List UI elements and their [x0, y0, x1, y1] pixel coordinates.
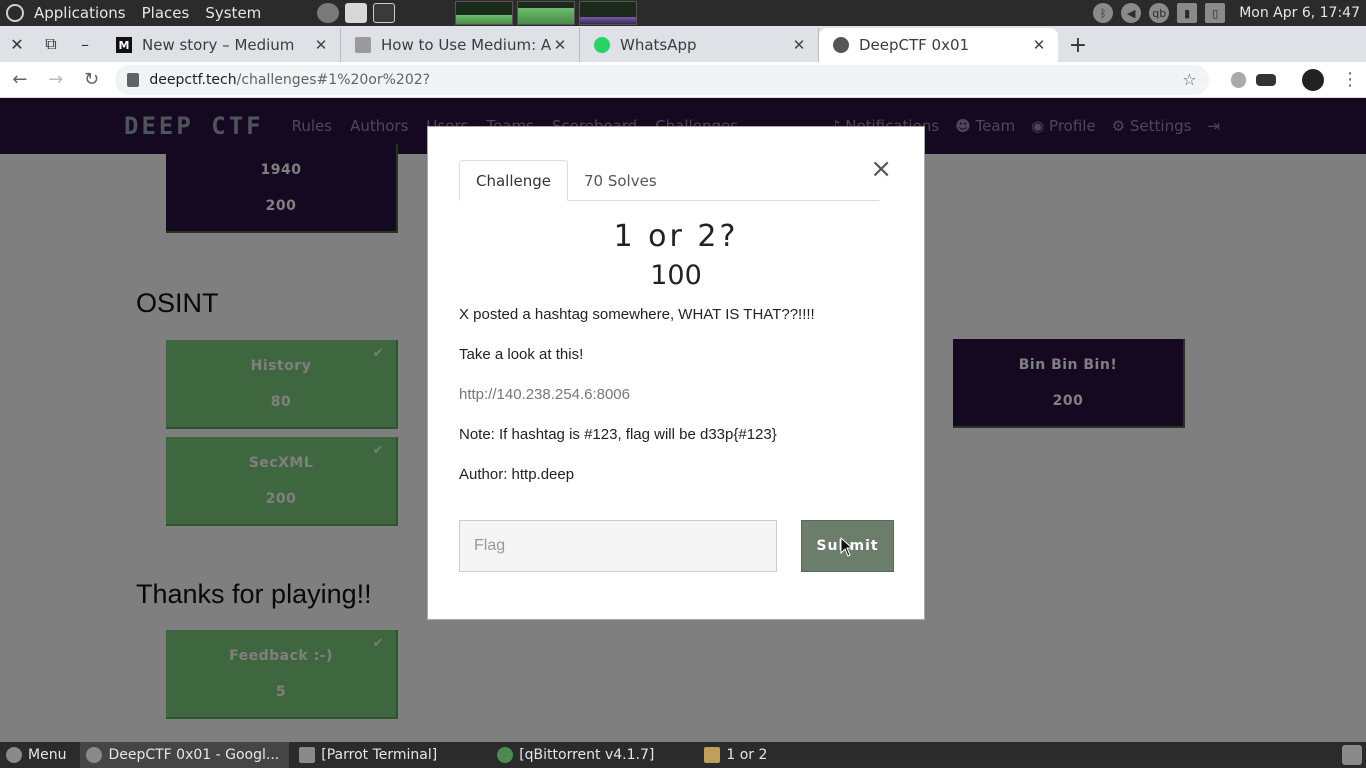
tab-close-icon[interactable]: ✕: [312, 36, 330, 54]
new-tab-icon[interactable]: +: [1058, 28, 1098, 62]
parrot-os-icon[interactable]: [6, 4, 24, 22]
incognito-extension-icon[interactable]: [1256, 73, 1277, 86]
extension-icon[interactable]: [1230, 71, 1247, 88]
description-line: Take a look at this!: [459, 346, 584, 363]
firefox-launcher-icon[interactable]: [317, 3, 340, 23]
folder-icon: [704, 747, 721, 763]
lock-icon[interactable]: [127, 72, 140, 87]
tab-title: WhatsApp: [620, 36, 697, 54]
tab-whatsapp[interactable]: WhatsApp ✕: [580, 28, 819, 62]
back-icon[interactable]: ←: [4, 64, 36, 96]
challenge-value: 100: [650, 260, 702, 291]
profile-avatar-icon[interactable]: [1302, 68, 1325, 91]
taskbar-item-label: 1 or 2: [726, 747, 768, 763]
medium-icon: M: [116, 37, 132, 53]
whatsapp-icon: [594, 37, 610, 53]
taskbar-item-folder[interactable]: 1 or 2: [698, 742, 777, 768]
clock[interactable]: Mon Apr 6, 17:47: [1239, 5, 1360, 21]
address-bar[interactable]: deepctf.tech/challenges#1%20or%202? ☆: [115, 64, 1209, 95]
taskbar-item-label: [qBittorrent v4.1.7]: [519, 747, 655, 763]
minimize-window-icon[interactable]: –: [68, 26, 102, 62]
close-window-icon[interactable]: ✕: [0, 26, 34, 62]
page-content: DEEP CTF Rules Authors Users Teams Score…: [0, 98, 1366, 742]
menu-system[interactable]: System: [197, 0, 269, 26]
parrot-menu-icon: [6, 747, 22, 763]
browser-tab-strip: ✕ ⧉ – M New story – Medium ✕ How to Use …: [0, 26, 1366, 62]
show-desktop-icon[interactable]: [1342, 745, 1362, 765]
challenge-description: X posted a hashtag somewhere, WHAT IS TH…: [459, 306, 899, 506]
description-note: Note: If hashtag is #123, flag will be d…: [459, 426, 777, 443]
document-icon: [355, 37, 371, 53]
battery-icon[interactable]: ▯: [1205, 3, 1226, 23]
taskbar-menu-label: Menu: [28, 747, 67, 763]
os-taskbar: Menu DeepCTF 0x01 - Googl... [Parrot Ter…: [0, 742, 1366, 768]
tab-deepctf[interactable]: DeepCTF 0x01 ✕: [819, 28, 1058, 62]
tab-title: DeepCTF 0x01: [859, 36, 970, 54]
url-host: deepctf.tech: [149, 71, 237, 88]
browser-toolbar: ← → ↻ deepctf.tech/challenges#1%20or%202…: [0, 62, 1366, 98]
memory-graph: [517, 1, 576, 25]
menu-applications[interactable]: Applications: [26, 0, 134, 26]
taskbar-item-label: [Parrot Terminal]: [321, 747, 438, 763]
tab-medium-guide[interactable]: How to Use Medium: A Beginner's Guide ✕: [341, 28, 580, 62]
tab-close-icon[interactable]: ✕: [1030, 36, 1048, 54]
url-path: /challenges#1%20or%202?: [236, 71, 431, 88]
bluetooth-icon[interactable]: ᛒ: [1093, 3, 1114, 23]
tab-solves[interactable]: 70 Solves: [568, 160, 673, 201]
description-line: X posted a hashtag somewhere, WHAT IS TH…: [459, 306, 815, 323]
cpu-graph: [455, 1, 514, 25]
bookmark-star-icon[interactable]: ☆: [1182, 70, 1196, 89]
taskbar-item-chrome[interactable]: DeepCTF 0x01 - Googl...: [80, 742, 290, 768]
reload-icon[interactable]: ↻: [76, 64, 108, 96]
taskbar-item-label: DeepCTF 0x01 - Googl...: [108, 747, 280, 763]
tab-close-icon[interactable]: ✕: [551, 36, 569, 54]
deepctf-icon: [833, 37, 849, 53]
tab-challenge[interactable]: Challenge: [459, 160, 568, 201]
chrome-icon: [86, 747, 103, 763]
tab-close-icon[interactable]: ✕: [790, 36, 808, 54]
qbittorrent-icon: [497, 747, 514, 763]
text-editor-launcher-icon[interactable]: [345, 3, 368, 23]
challenge-link[interactable]: http://140.238.254.6:8006: [459, 386, 899, 426]
taskbar-item-terminal[interactable]: [Parrot Terminal]: [293, 742, 447, 768]
volume-icon[interactable]: ◀: [1121, 3, 1142, 23]
modal-tabs: Challenge 70 Solves: [459, 160, 879, 201]
menu-places[interactable]: Places: [134, 0, 198, 26]
tab-medium-new-story[interactable]: M New story – Medium ✕: [102, 28, 341, 62]
system-monitor-launcher-icon[interactable]: [373, 3, 396, 23]
browser-menu-icon[interactable]: ⋮: [1334, 64, 1366, 96]
tab-title: New story – Medium: [142, 36, 295, 54]
mouse-cursor-icon: [840, 537, 854, 557]
flag-input[interactable]: [459, 520, 777, 572]
os-top-panel: Applications Places System ᛒ ◀ qb ▮ ▯ Mo…: [0, 0, 1366, 26]
tab-title: How to Use Medium: A Beginner's Guide: [381, 36, 551, 54]
description-author: Author: http.deep: [459, 466, 575, 483]
restore-window-icon[interactable]: ⧉: [34, 26, 68, 62]
qbittorrent-tray-icon[interactable]: qb: [1149, 3, 1170, 23]
challenge-name: 1 or 2?: [613, 219, 739, 254]
taskbar-item-qbittorrent[interactable]: [qBittorrent v4.1.7]: [491, 742, 664, 768]
taskbar-menu-button[interactable]: Menu: [0, 742, 76, 768]
network-graph: [579, 1, 638, 25]
system-tray: ᛒ ◀ qb ▮ ▯ Mon Apr 6, 17:47: [1093, 0, 1366, 26]
network-signal-icon[interactable]: ▮: [1177, 3, 1198, 23]
terminal-icon: [299, 747, 316, 763]
forward-icon[interactable]: →: [40, 64, 72, 96]
